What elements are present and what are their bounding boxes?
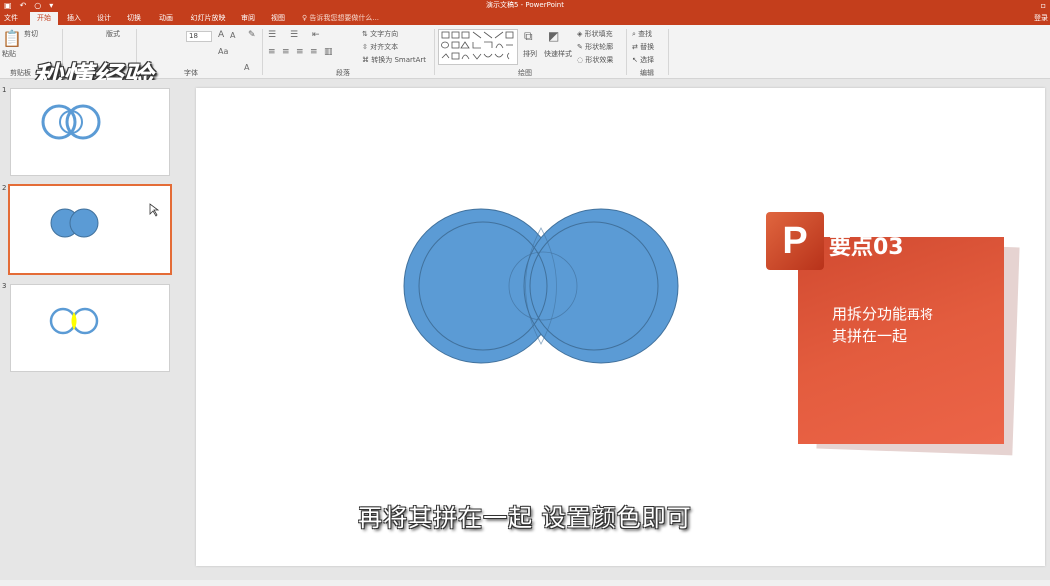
callout-line1: 用拆分功能 [832, 305, 908, 323]
powerpoint-icon: P [766, 212, 824, 270]
status-bar [0, 580, 1050, 586]
callout-title: 要点03 [829, 235, 904, 260]
callout-line2: 其拼在一起 [832, 327, 908, 345]
video-caption: 再将其拼在一起 设置颜色即可 [358, 504, 692, 532]
callout-text: 用拆分功能再将 其拼在一起 [832, 304, 1002, 347]
callout-line1-small: 再将 [907, 308, 934, 323]
